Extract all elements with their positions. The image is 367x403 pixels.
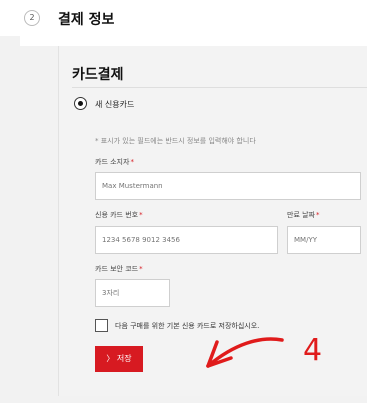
radio-selected-dot: [78, 101, 83, 106]
cardholder-label: 카드 소지자*: [95, 158, 134, 166]
section-title: 결제 정보: [58, 12, 115, 28]
divider: [72, 87, 367, 88]
annotation-arrow: [206, 337, 284, 368]
new-card-radio-label: 새 신용카드: [95, 100, 135, 109]
step-number-badge: 2: [24, 10, 40, 26]
expiry-input[interactable]: [287, 226, 361, 254]
new-card-radio[interactable]: [74, 97, 87, 110]
annotation-number: 4: [303, 333, 323, 368]
card-number-label: 신용 카드 번호*: [95, 211, 143, 219]
cardholder-input[interactable]: [95, 172, 361, 200]
card-number-input[interactable]: [95, 226, 278, 254]
card-payment-title: 카드결제: [72, 67, 124, 83]
required-fields-notice: * 표시가 있는 필드에는 반드시 정보를 입력해야 합니다: [95, 137, 256, 145]
save-card-checkbox[interactable]: [95, 319, 108, 332]
header-divider: [20, 36, 367, 46]
save-button[interactable]: 〉 저장: [95, 346, 143, 372]
expiry-label: 만료 날짜*: [287, 211, 320, 219]
checkout-step-header: [0, 0, 367, 36]
cvc-label: 카드 보안 코드*: [95, 265, 143, 273]
cvc-input[interactable]: [95, 279, 170, 307]
